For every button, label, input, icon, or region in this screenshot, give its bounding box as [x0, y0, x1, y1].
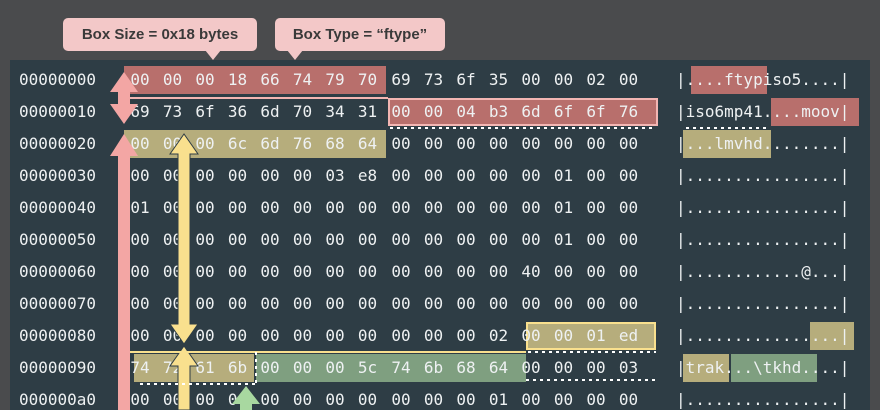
- hexdump-panel: 00000000 00 00 00 18 66 74 79 70 69 73 6f 35 00 00 02 00…: [10, 60, 870, 410]
- callout-pointer: [287, 50, 303, 60]
- mvhd-size-arrow: [169, 133, 199, 345]
- box-size-label: Box Size = 0x18 bytes: [81, 26, 239, 43]
- moov-size-arrow: [110, 134, 138, 410]
- box-type-label: Box Type = “ftype”: [292, 26, 428, 43]
- callout-pointer: [205, 50, 221, 60]
- box-type-callout: Box Type = “ftype”: [275, 18, 445, 60]
- box-size-callout: Box Size = 0x18 bytes: [63, 18, 257, 60]
- tkhd-size-arrow: [232, 386, 260, 410]
- annotation-overlay: [110, 72, 766, 410]
- trak-size-arrow: [169, 345, 199, 410]
